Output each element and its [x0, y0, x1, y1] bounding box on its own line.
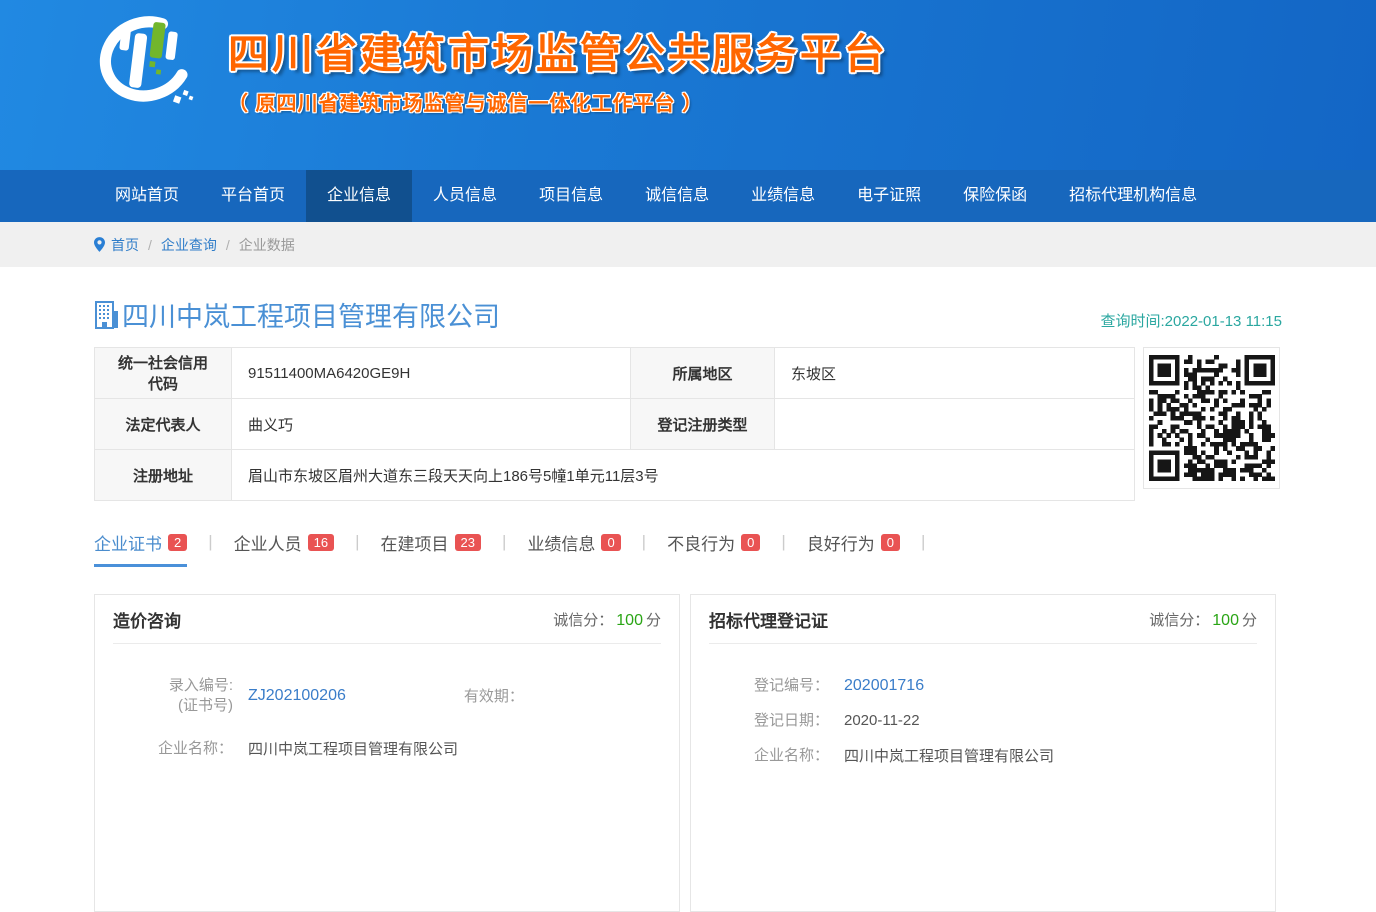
- tab-bad-behavior[interactable]: 不良行为 0: [667, 530, 760, 567]
- cost-consulting-certificate-card: 造价咨询 诚信分：100分 录入编号: (证书号) ZJ202100206 有效…: [94, 594, 680, 912]
- credit-score: 诚信分：100分: [1149, 609, 1257, 630]
- company-name-heading: 四川中岚工程项目管理有限公司: [122, 295, 500, 334]
- company-name-label: 企业名称：: [155, 739, 233, 759]
- main-nav: 网站首页 平台首页 企业信息 人员信息 项目信息 诚信信息 业绩信息 电子证照 …: [0, 170, 1376, 222]
- count-badge: 0: [881, 534, 900, 551]
- nav-item-project-info[interactable]: 项目信息: [518, 170, 624, 222]
- breadcrumb-current: 企业数据: [239, 235, 295, 255]
- legal-rep-value: 曲义巧: [232, 399, 631, 450]
- certificate-no-link[interactable]: ZJ202100206: [248, 687, 346, 705]
- platform-logo-icon: [84, 6, 206, 128]
- breadcrumb-home-link[interactable]: 首页: [111, 235, 139, 255]
- legal-rep-label: 法定代表人: [95, 399, 232, 450]
- company-info-table: 统一社会信用代码 91511400MA6420GE9H 所属地区 东坡区 法定代…: [94, 347, 1135, 501]
- tab-separator: |: [208, 530, 212, 552]
- nav-item-e-certificate[interactable]: 电子证照: [836, 170, 942, 222]
- count-badge: 16: [308, 534, 334, 551]
- nav-item-bidding-agency-info[interactable]: 招标代理机构信息: [1048, 170, 1218, 222]
- tab-separator: |: [355, 530, 359, 552]
- tab-good-behavior[interactable]: 良好行为 0: [807, 530, 900, 567]
- page-header: 四川省建筑市场监管公共服务平台 （ 原四川省建筑市场监管与诚信一体化工作平台 ）: [0, 0, 1376, 170]
- query-time: 查询时间:2022-01-13 11:15: [1101, 310, 1283, 334]
- breadcrumb-separator: /: [226, 237, 230, 253]
- nav-item-performance-info[interactable]: 业绩信息: [730, 170, 836, 222]
- nav-item-insurance-guarantee[interactable]: 保险保函: [942, 170, 1048, 222]
- reg-type-label: 登记注册类型: [631, 399, 775, 450]
- breadcrumb-bar: 首页 / 企业查询 / 企业数据: [0, 222, 1376, 267]
- score-value: 100: [616, 612, 643, 629]
- tab-separator: |: [502, 530, 506, 552]
- address-label: 注册地址: [95, 450, 232, 501]
- table-row: 法定代表人 曲义巧 登记注册类型: [95, 399, 1135, 450]
- nav-item-personnel-info[interactable]: 人员信息: [412, 170, 518, 222]
- company-name-value: 四川中岚工程项目管理有限公司: [248, 738, 458, 759]
- region-value: 东坡区: [775, 348, 1135, 399]
- breadcrumb-separator: /: [148, 237, 152, 253]
- credit-code-label: 统一社会信用代码: [95, 348, 232, 399]
- bidding-agency-registration-card: 招标代理登记证 诚信分：100分 登记编号： 202001716 登记日期： 2…: [690, 594, 1276, 912]
- entry-no-label: 录入编号: (证书号): [155, 676, 233, 715]
- nav-item-site-home[interactable]: 网站首页: [94, 170, 200, 222]
- table-row: 统一社会信用代码 91511400MA6420GE9H 所属地区 东坡区: [95, 348, 1135, 399]
- tab-performance-info[interactable]: 业绩信息 0: [527, 530, 620, 567]
- table-row: 注册地址 眉山市东坡区眉州大道东三段天天向上186号5幢1单元11层3号: [95, 450, 1135, 501]
- count-badge: 23: [455, 534, 481, 551]
- company-title: 四川中岚工程项目管理有限公司: [94, 295, 500, 334]
- score-value: 100: [1212, 612, 1239, 629]
- reg-type-value: [775, 399, 1135, 450]
- location-pin-icon: [94, 237, 105, 252]
- count-badge: 2: [168, 534, 187, 551]
- validity-label: 有效期：: [464, 685, 524, 706]
- region-label: 所属地区: [631, 348, 775, 399]
- company-name-value: 四川中岚工程项目管理有限公司: [844, 745, 1054, 766]
- tab-enterprise-personnel[interactable]: 企业人员 16: [234, 530, 334, 567]
- company-name-label: 企业名称：: [751, 746, 829, 766]
- registration-date-label: 登记日期：: [751, 711, 829, 731]
- nav-item-platform-home[interactable]: 平台首页: [200, 170, 306, 222]
- tab-projects-under-construction[interactable]: 在建项目 23: [381, 530, 481, 567]
- registration-date-value: 2020-11-22: [844, 712, 920, 729]
- address-value: 眉山市东坡区眉州大道东三段天天向上186号5幢1单元11层3号: [232, 450, 1135, 501]
- site-title: 四川省建筑市场监管公共服务平台: [228, 20, 888, 80]
- breadcrumb: 首页 / 企业查询 / 企业数据: [94, 222, 1282, 267]
- card-title: 招标代理登记证: [709, 607, 828, 632]
- nav-item-enterprise-info[interactable]: 企业信息: [306, 170, 412, 222]
- site-subtitle: （ 原四川省建筑市场监管与诚信一体化工作平台 ）: [228, 87, 888, 116]
- nav-item-credit-info[interactable]: 诚信信息: [624, 170, 730, 222]
- building-icon: [94, 301, 119, 329]
- qr-code: [1143, 347, 1280, 489]
- breadcrumb-enterprise-search-link[interactable]: 企业查询: [161, 235, 217, 255]
- detail-tabs: 企业证书 2 | 企业人员 16 | 在建项目 23 | 业绩信息 0 | 不良…: [94, 530, 1282, 567]
- credit-score: 诚信分：100分: [553, 609, 661, 630]
- tab-separator: |: [781, 530, 785, 552]
- card-title: 造价咨询: [113, 607, 181, 632]
- registration-no-link[interactable]: 202001716: [844, 677, 924, 695]
- credit-code-value: 91511400MA6420GE9H: [232, 348, 631, 399]
- tab-enterprise-certificates[interactable]: 企业证书 2: [94, 530, 187, 567]
- tab-separator: |: [642, 530, 646, 552]
- tab-separator: |: [921, 530, 925, 552]
- count-badge: 0: [741, 534, 760, 551]
- count-badge: 0: [601, 534, 620, 551]
- registration-no-label: 登记编号：: [751, 676, 829, 696]
